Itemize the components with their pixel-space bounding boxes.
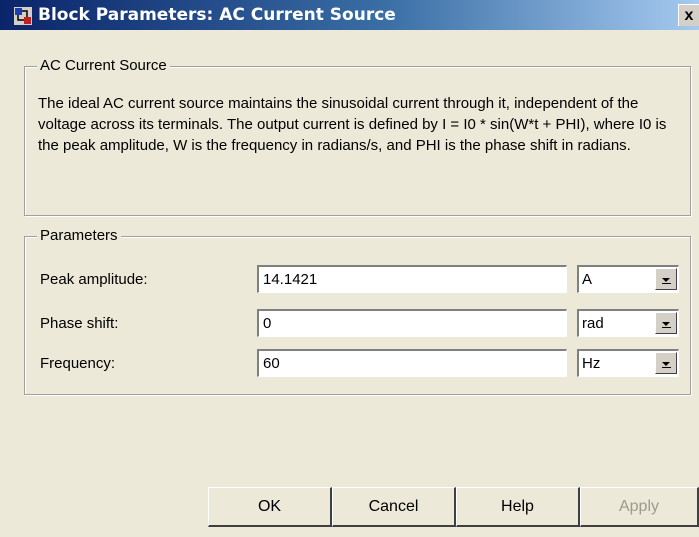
frequency-field[interactable]: 60	[257, 349, 567, 377]
parameters-group-legend: Parameters	[37, 227, 121, 244]
description-group-legend: AC Current Source	[37, 57, 170, 74]
frequency-unit-select[interactable]: Hz	[577, 349, 679, 377]
help-button[interactable]: Help	[456, 487, 580, 527]
peak-amplitude-unit-select[interactable]: A	[577, 265, 679, 293]
ok-button[interactable]: OK	[208, 487, 332, 527]
cancel-button[interactable]: Cancel	[332, 487, 456, 527]
chevron-down-icon[interactable]	[655, 268, 677, 290]
phase-shift-unit-value: rad	[582, 315, 604, 332]
title-bar[interactable]: Block Parameters: AC Current Source x	[0, 0, 699, 30]
peak-amplitude-label: Peak amplitude:	[40, 271, 148, 288]
peak-amplitude-field[interactable]: 14.1421	[257, 265, 567, 293]
window-title: Block Parameters: AC Current Source	[38, 5, 396, 25]
apply-button[interactable]: Apply	[580, 487, 699, 527]
description-text: The ideal AC current source maintains th…	[38, 95, 667, 154]
close-button[interactable]: x	[678, 4, 699, 26]
frequency-unit-value: Hz	[582, 355, 601, 372]
simulink-block-icon	[14, 7, 32, 25]
chevron-down-icon[interactable]	[655, 352, 677, 374]
peak-amplitude-unit-value: A	[582, 271, 593, 288]
frequency-label: Frequency:	[40, 355, 116, 372]
phase-shift-unit-select[interactable]: rad	[577, 309, 679, 337]
phase-shift-field[interactable]: 0	[257, 309, 567, 337]
chevron-down-icon[interactable]	[655, 312, 677, 334]
phase-shift-label: Phase shift:	[40, 315, 119, 332]
